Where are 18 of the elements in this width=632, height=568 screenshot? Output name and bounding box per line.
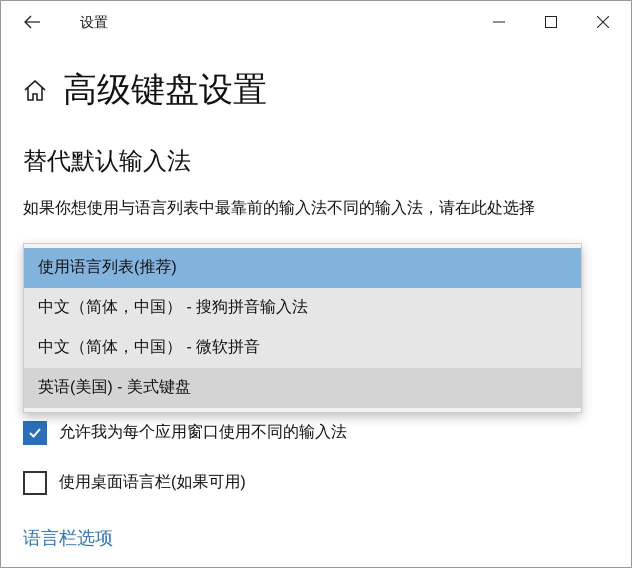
dropdown-option[interactable]: 英语(美国) - 美式键盘: [24, 368, 581, 408]
page-title: 高级键盘设置: [63, 73, 267, 107]
dropdown-option[interactable]: 中文（简体，中国） - 搜狗拼音输入法: [24, 288, 581, 328]
dropdown-option[interactable]: 使用语言列表(推荐): [24, 248, 581, 288]
checkbox[interactable]: [23, 421, 47, 445]
checkbox-label: 允许我为每个应用窗口使用不同的输入法: [59, 422, 347, 443]
description-text: 如果你想使用与语言列表中最靠前的输入法不同的输入法，请在此处选择: [23, 198, 535, 219]
window-title: 设置: [80, 12, 108, 32]
checkbox[interactable]: [23, 471, 47, 495]
dropdown-option[interactable]: 中文（简体，中国） - 微软拼音: [24, 328, 581, 368]
maximize-icon[interactable]: [545, 16, 557, 28]
language-bar-options-link[interactable]: 语言栏选项: [23, 525, 113, 552]
back-icon[interactable]: [24, 15, 40, 29]
close-icon[interactable]: [597, 16, 609, 28]
checkmark-icon: [29, 428, 41, 438]
section-heading: 替代默认输入法: [23, 147, 191, 177]
home-icon: [23, 79, 47, 101]
checkbox-label: 使用桌面语言栏(如果可用): [59, 472, 246, 493]
